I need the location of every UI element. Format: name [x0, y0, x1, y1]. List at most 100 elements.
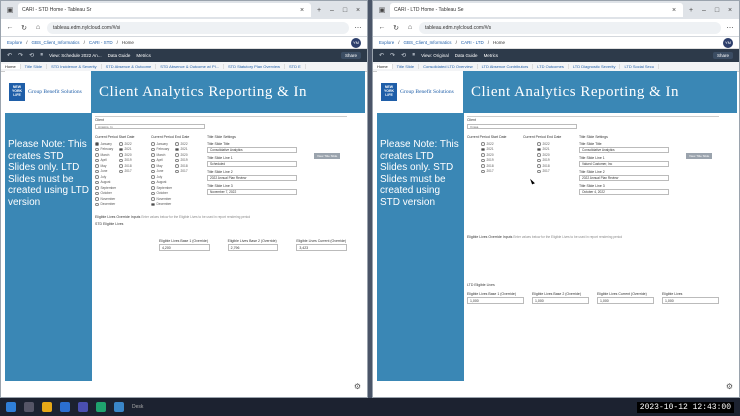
- pause-icon[interactable]: ⏸: [412, 52, 415, 59]
- sheet-tab-more[interactable]: STD E: [285, 64, 306, 69]
- url-field[interactable]: tableau.edm.nylcloud.com/#/si: [47, 21, 349, 34]
- browser-tab[interactable]: CARI - LTD Home - Tableau Se ×: [390, 3, 683, 17]
- redo-icon[interactable]: ↷: [18, 52, 23, 59]
- new-tab-icon[interactable]: +: [314, 5, 324, 15]
- revert-icon[interactable]: ⟲: [29, 52, 34, 59]
- new-tab-icon[interactable]: +: [686, 5, 696, 15]
- metrics-button[interactable]: Metrics: [136, 53, 151, 58]
- tab-bar: ▣ CARI - LTD Home - Tableau Se × + – □ ×: [373, 1, 739, 19]
- sheet-tab-title[interactable]: Title Slide: [393, 64, 420, 69]
- breadcrumb-explore[interactable]: Explore: [7, 40, 22, 45]
- line2-field[interactable]: 2022 Annual Plan Review: [579, 175, 669, 181]
- sheet-tab-absence[interactable]: STD Absence & Outcome: [102, 64, 157, 69]
- refresh-icon[interactable]: ↻: [19, 23, 29, 33]
- breadcrumb-workbook[interactable]: CARI - STD: [89, 40, 113, 45]
- redo-icon[interactable]: ↷: [390, 52, 395, 59]
- undo-icon[interactable]: ↶: [379, 52, 384, 59]
- avatar[interactable]: YM: [351, 37, 361, 48]
- start-icon[interactable]: [6, 402, 16, 412]
- back-icon[interactable]: ←: [5, 23, 15, 33]
- month-option[interactable]: December: [151, 202, 175, 208]
- settings-gear-icon[interactable]: ⚙: [354, 382, 361, 391]
- view-title-slide-button[interactable]: View Title Slide: [314, 153, 341, 159]
- share-button[interactable]: Share: [340, 52, 361, 59]
- close-window-icon[interactable]: ×: [353, 5, 363, 15]
- window-menu-icon[interactable]: ▣: [5, 5, 15, 15]
- line1-field[interactable]: Valued Customer, Inc: [579, 161, 669, 167]
- sheet-tab-outcomes[interactable]: LTD Outcomes: [533, 64, 569, 69]
- maximize-icon[interactable]: □: [340, 5, 350, 15]
- override-input[interactable]: 1,000: [662, 297, 719, 304]
- view-selector[interactable]: View: Schedule 2022 An...: [49, 53, 101, 58]
- breadcrumb-explore[interactable]: Explore: [379, 40, 394, 45]
- line2-field[interactable]: 2022 Annual Plan Review: [207, 175, 297, 181]
- view-title-slide-button[interactable]: View Title Slide: [686, 153, 713, 159]
- view-selector[interactable]: View: Original: [421, 53, 449, 58]
- sheet-tab-contributors[interactable]: LTD Absence Contributors: [478, 64, 534, 69]
- override-input[interactable]: 1,000: [532, 297, 589, 304]
- desktop-label[interactable]: Desk: [132, 404, 143, 410]
- sheet-tab-statutory[interactable]: STD Statutory Plan Overview: [224, 64, 285, 69]
- year-option[interactable]: 2017: [175, 169, 199, 175]
- revert-icon[interactable]: ⟲: [401, 52, 406, 59]
- folder-icon[interactable]: [42, 402, 52, 412]
- search-icon[interactable]: [24, 402, 34, 412]
- sheet-tab-social[interactable]: LTD Social Secu: [620, 64, 659, 69]
- mail-icon[interactable]: [60, 402, 70, 412]
- metrics-button[interactable]: Metrics: [484, 53, 499, 58]
- data-guide-button[interactable]: Data Guide: [108, 53, 131, 58]
- sheet-tab-home[interactable]: Home: [1, 64, 21, 69]
- maximize-icon[interactable]: □: [712, 5, 722, 15]
- breadcrumb-project[interactable]: GBS_Client_Informatics: [32, 40, 80, 45]
- override-input[interactable]: 3,423: [296, 244, 348, 251]
- eligible-inputs: Eligible Lives Base 1 (Override) 1,000 El…: [467, 289, 719, 304]
- line3-field[interactable]: October 4, 2022: [579, 189, 669, 195]
- minimize-icon[interactable]: –: [699, 5, 709, 15]
- year-option[interactable]: 2017: [119, 169, 143, 175]
- home-icon[interactable]: ⌂: [33, 23, 43, 33]
- undo-icon[interactable]: ↶: [7, 52, 12, 59]
- line3-field[interactable]: November 7, 2022: [207, 189, 297, 195]
- sheet-tab-title[interactable]: Title Slide: [21, 64, 48, 69]
- month-option[interactable]: December: [95, 202, 119, 208]
- edge-icon[interactable]: [96, 402, 106, 412]
- refresh-icon[interactable]: ↻: [391, 23, 401, 33]
- breadcrumb-workbook[interactable]: CARI - LTD: [461, 40, 484, 45]
- sheet-tab-incidence[interactable]: STD Incidence & Severity: [47, 64, 102, 69]
- share-button[interactable]: Share: [712, 52, 733, 59]
- override-label: Eligible Lives Base 1 (Override): [467, 292, 517, 296]
- minimize-icon[interactable]: –: [327, 5, 337, 15]
- avatar[interactable]: YM: [723, 37, 733, 48]
- override-input[interactable]: 1,000: [597, 297, 654, 304]
- override-input[interactable]: 2,796: [227, 244, 279, 251]
- app-icon[interactable]: [114, 402, 124, 412]
- pause-icon[interactable]: ⏸: [40, 52, 43, 59]
- close-tab-icon[interactable]: ×: [297, 5, 307, 15]
- override-input[interactable]: 1,000: [467, 297, 524, 304]
- close-tab-icon[interactable]: ×: [669, 5, 679, 15]
- settings-dots-icon[interactable]: ⋯: [353, 23, 363, 33]
- close-window-icon[interactable]: ×: [725, 5, 735, 15]
- teams-icon[interactable]: [78, 402, 88, 412]
- client-input[interactable]: Vmwa: [467, 124, 577, 129]
- settings-dots-icon[interactable]: ⋯: [725, 23, 735, 33]
- sheet-tab-absence-pl[interactable]: STD Absence & Outcome w/ Pl...: [156, 64, 224, 69]
- home-icon[interactable]: ⌂: [405, 23, 415, 33]
- year-option[interactable]: 2017: [481, 169, 505, 175]
- browser-tab[interactable]: CARI - STD Home - Tableau Sr ×: [18, 3, 311, 17]
- window-menu-icon[interactable]: ▣: [377, 5, 387, 15]
- sheet-tab-home[interactable]: Home: [373, 64, 393, 69]
- title-field[interactable]: Consolidative Analytics: [579, 147, 669, 153]
- sheet-tab-overview[interactable]: Consolidated LTD Overview: [419, 64, 478, 69]
- client-input[interactable]: Amwins, In: [95, 124, 205, 129]
- data-guide-button[interactable]: Data Guide: [455, 53, 478, 58]
- back-icon[interactable]: ←: [377, 23, 387, 33]
- settings-gear-icon[interactable]: ⚙: [726, 382, 733, 391]
- year-option[interactable]: 2017: [537, 169, 561, 175]
- breadcrumb-project[interactable]: GBS_Client_Informatics: [404, 40, 452, 45]
- title-field[interactable]: Consolidative Analytics: [207, 147, 297, 153]
- line1-field[interactable]: Scheduled: [207, 161, 297, 167]
- url-field[interactable]: tableau.edm.nylcloud.com/#/s: [419, 21, 721, 34]
- override-input[interactable]: 4,200: [159, 244, 210, 251]
- sheet-tab-severity[interactable]: LTD Diagnostic Severity: [569, 64, 621, 69]
